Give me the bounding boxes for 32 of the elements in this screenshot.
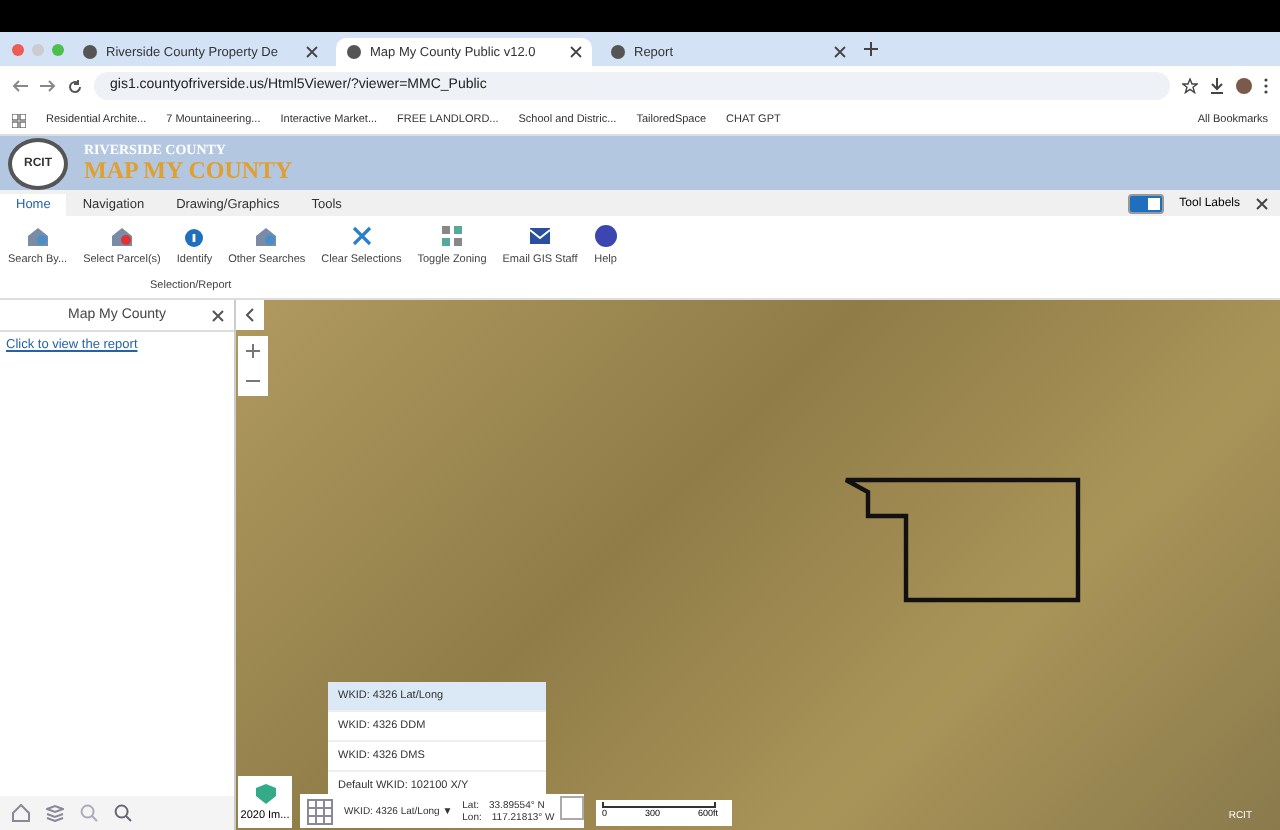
grid-icon [439, 224, 464, 248]
plus-icon[interactable] [864, 42, 878, 56]
close-icon[interactable] [834, 46, 846, 58]
close-dot[interactable] [12, 43, 24, 55]
star-icon[interactable] [1182, 78, 1198, 94]
apps-icon[interactable] [12, 113, 26, 127]
minus-icon [246, 380, 260, 382]
shield-icon [253, 782, 277, 806]
close-icon[interactable] [212, 309, 224, 321]
toggle-switch[interactable] [1127, 193, 1164, 213]
info-icon [182, 224, 207, 248]
forward-icon[interactable] [40, 80, 56, 92]
maximize-dot[interactable] [52, 43, 64, 55]
magnifier-icon[interactable] [114, 804, 132, 822]
plus-icon [246, 344, 260, 358]
collapse-button[interactable] [236, 300, 264, 330]
home-icon[interactable] [12, 804, 30, 822]
download-icon[interactable] [1210, 78, 1224, 94]
house-pin-icon [109, 224, 134, 248]
close-icon [349, 224, 374, 248]
close-icon[interactable] [1256, 197, 1268, 209]
chevron-icon [246, 308, 254, 322]
avatar-icon[interactable] [1236, 78, 1252, 94]
banner-title: MAP MY COUNTY [84, 158, 293, 182]
grid-icon [306, 797, 334, 825]
close-icon[interactable] [306, 46, 318, 58]
close-icon[interactable] [570, 46, 582, 58]
minimize-dot[interactable] [32, 43, 44, 55]
envelope-icon [528, 224, 553, 248]
reload-icon[interactable] [68, 79, 82, 93]
back-icon[interactable] [12, 80, 28, 92]
layers-icon[interactable] [46, 804, 64, 822]
